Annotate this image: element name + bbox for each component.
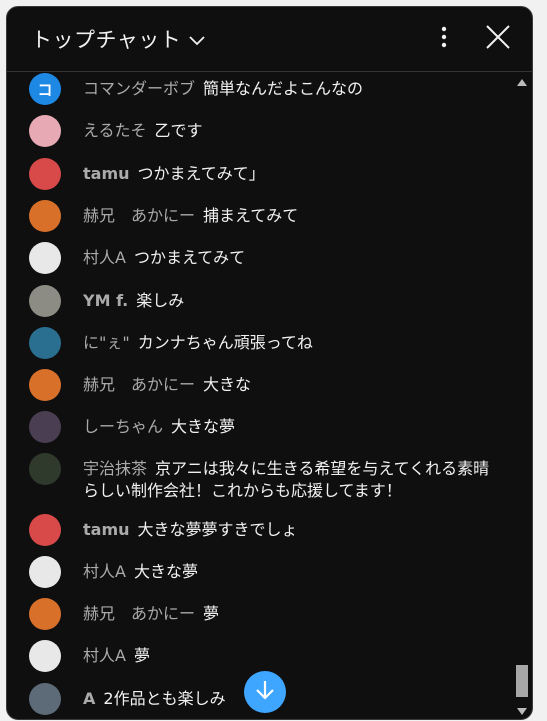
- avatar[interactable]: [29, 411, 61, 443]
- author-name[interactable]: A: [83, 689, 95, 708]
- avatar[interactable]: [29, 285, 61, 317]
- close-button[interactable]: [478, 19, 518, 59]
- chat-message[interactable]: 宇治抹茶 京アニは我々に生きる希望を与えてくれる素晴らしい制作会社！これからも応援…: [29, 453, 504, 502]
- chat-message-list: ココマンダーボブ 簡単なんだよこんなの えるたそ 乙です tamu つかまえてみて」 赫兄 …: [7, 73, 514, 719]
- chat-header: トップチャット: [7, 7, 532, 72]
- chat-message[interactable]: えるたそ 乙です: [29, 115, 504, 147]
- author-name[interactable]: tamu: [83, 520, 130, 539]
- message-body: えるたそ 乙です: [83, 120, 203, 142]
- scrollbar[interactable]: [516, 79, 528, 715]
- message-body: しーちゃん 大きな夢: [83, 416, 235, 438]
- message-text: 夢: [133, 646, 150, 665]
- author-name[interactable]: に"ぇ": [83, 333, 130, 352]
- author-name[interactable]: YM f.: [83, 291, 128, 310]
- avatar[interactable]: コ: [29, 73, 61, 105]
- avatar[interactable]: [29, 242, 61, 274]
- message-text: 2作品とも楽しみ: [103, 689, 226, 708]
- scrollbar-thumb[interactable]: [516, 665, 528, 697]
- live-chat-panel: トップチャット ココマンダーボブ 簡単なんだよこんなの えるたそ 乙です tamu つかま…: [6, 6, 533, 720]
- author-name[interactable]: 村人A: [83, 248, 126, 267]
- message-body: 宇治抹茶 京アニは我々に生きる希望を与えてくれる素晴らしい制作会社！これからも応援…: [83, 458, 504, 502]
- message-text: 簡単なんだよこんなの: [203, 79, 364, 98]
- message-text: つかまえてみて」: [137, 164, 265, 183]
- avatar[interactable]: [29, 115, 61, 147]
- message-text: 大きな夢: [133, 562, 198, 581]
- message-text: 大きな夢夢すきでしょ: [137, 520, 298, 539]
- message-body: A 2作品とも楽しみ: [83, 688, 226, 710]
- message-text: 楽しみ: [136, 291, 185, 310]
- message-text: 大きな: [203, 375, 252, 394]
- chat-message[interactable]: 村人A 夢: [29, 640, 504, 672]
- author-name[interactable]: tamu: [83, 164, 130, 183]
- avatar[interactable]: [29, 598, 61, 630]
- message-text: 乙です: [154, 121, 203, 140]
- chat-message[interactable]: 村人A つかまえてみて: [29, 242, 504, 274]
- chat-message[interactable]: 赫兄 あかにー夢: [29, 598, 504, 630]
- author-name[interactable]: 赫兄 あかにー: [83, 206, 195, 225]
- avatar[interactable]: [29, 369, 61, 401]
- message-text: 夢: [203, 604, 220, 623]
- message-body: コマンダーボブ 簡単なんだよこんなの: [83, 78, 363, 100]
- message-body: 赫兄 あかにー 大きな: [83, 374, 251, 396]
- avatar[interactable]: [29, 200, 61, 232]
- author-name[interactable]: しーちゃん: [83, 417, 163, 436]
- more-options-button[interactable]: [424, 19, 464, 59]
- message-body: 赫兄 あかにー夢: [83, 603, 219, 625]
- scroll-down-arrow[interactable]: [517, 708, 527, 715]
- chat-message[interactable]: 赫兄 あかにー 捕まえてみて: [29, 200, 504, 232]
- avatar[interactable]: [29, 158, 61, 190]
- message-text: カンナちゃん頑張ってね: [137, 333, 313, 352]
- avatar[interactable]: [29, 327, 61, 359]
- message-body: tamu つかまえてみて」: [83, 163, 265, 185]
- message-body: に"ぇ" カンナちゃん頑張ってね: [83, 332, 313, 354]
- chat-mode-dropdown[interactable]: トップチャット: [31, 24, 205, 54]
- arrow-down-icon: [254, 679, 276, 705]
- chat-message[interactable]: しーちゃん 大きな夢: [29, 411, 504, 443]
- avatar-initial: コ: [37, 80, 53, 99]
- message-body: 村人A つかまえてみて: [83, 247, 245, 269]
- chat-message[interactable]: YM f. 楽しみ: [29, 285, 504, 317]
- more-vert-icon: [441, 26, 447, 52]
- author-name[interactable]: えるたそ: [83, 121, 147, 140]
- message-text: 大きな夢: [171, 417, 236, 436]
- chat-message[interactable]: 村人A 大きな夢: [29, 556, 504, 588]
- chat-message[interactable]: tamu 大きな夢夢すきでしょ: [29, 514, 504, 546]
- author-name[interactable]: 村人A: [83, 646, 126, 665]
- message-body: 赫兄 あかにー 捕まえてみて: [83, 205, 298, 227]
- author-name[interactable]: 赫兄 あかにー: [83, 604, 195, 623]
- author-name[interactable]: 宇治抹茶: [83, 459, 147, 478]
- scroll-to-bottom-button[interactable]: [244, 671, 286, 713]
- message-body: 村人A 夢: [83, 645, 150, 667]
- chat-message[interactable]: tamu つかまえてみて」: [29, 158, 504, 190]
- chat-message[interactable]: コ コマンダーボブ 簡単なんだよこんなの: [29, 73, 504, 105]
- author-name[interactable]: 村人A: [83, 562, 126, 581]
- message-body: 村人A 大きな夢: [83, 561, 198, 583]
- message-text: つかまえてみて: [133, 248, 246, 267]
- avatar[interactable]: [29, 556, 61, 588]
- avatar[interactable]: [29, 683, 61, 715]
- author-name[interactable]: 赫兄 あかにー: [83, 375, 195, 394]
- avatar[interactable]: [29, 640, 61, 672]
- avatar[interactable]: [29, 514, 61, 546]
- message-body: YM f. 楽しみ: [83, 290, 184, 312]
- chat-title: トップチャット: [31, 28, 182, 52]
- message-body: tamu 大きな夢夢すきでしょ: [83, 519, 298, 541]
- avatar[interactable]: [29, 453, 61, 485]
- chat-message[interactable]: 赫兄 あかにー 大きな: [29, 369, 504, 401]
- scroll-up-arrow[interactable]: [517, 79, 527, 86]
- close-icon: [486, 25, 510, 53]
- author-name[interactable]: コマンダーボブ: [83, 79, 195, 98]
- message-text: 捕まえてみて: [203, 206, 299, 225]
- chat-message[interactable]: に"ぇ" カンナちゃん頑張ってね: [29, 327, 504, 359]
- chevron-down-icon: [189, 31, 205, 50]
